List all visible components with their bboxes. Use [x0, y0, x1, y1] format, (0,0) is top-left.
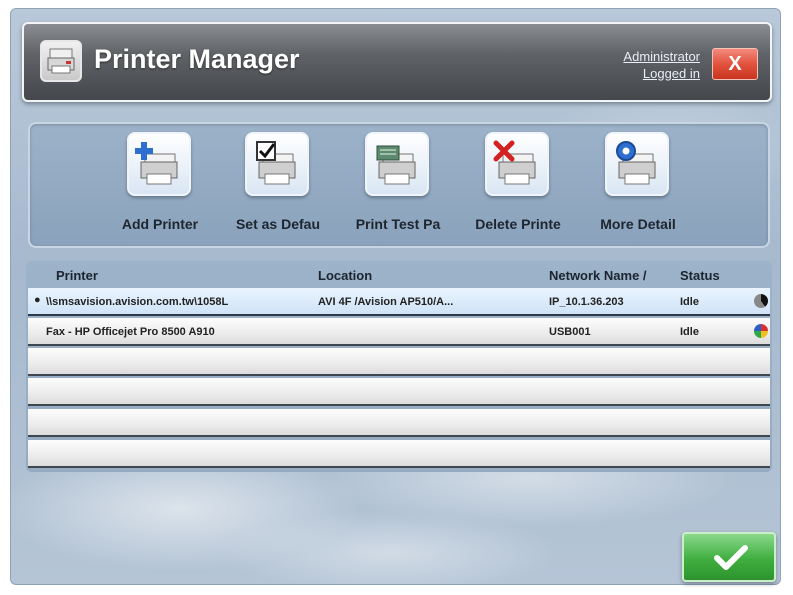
- table-row[interactable]: ● \\smsavision.avision.com.tw\1058L AVI …: [28, 288, 770, 316]
- toolbar: Add Printer Set as Defau Print Test Pa D…: [28, 122, 770, 248]
- cell-network-name: IP_10.1.36.203: [549, 296, 624, 308]
- login-status-link[interactable]: Logged in: [623, 65, 700, 82]
- cell-printer: Fax - HP Officejet Pro 8500 A910: [46, 326, 215, 338]
- printer-app-icon: [40, 40, 82, 82]
- table-row[interactable]: [28, 378, 770, 406]
- column-header-location[interactable]: Location: [318, 268, 372, 283]
- selected-indicator: ●: [34, 294, 41, 306]
- print-test-page-icon[interactable]: [365, 132, 429, 196]
- cell-status: Idle: [680, 326, 699, 338]
- table-row[interactable]: [28, 440, 770, 468]
- close-button[interactable]: X: [712, 48, 758, 80]
- table-row[interactable]: [28, 409, 770, 437]
- printer-table: Printer Location Network Name / Status ●…: [26, 261, 772, 472]
- add-printer-label: Add Printer: [121, 216, 199, 232]
- print-test-page-button[interactable]: Print Test Pa: [338, 132, 458, 242]
- cell-printer: \\smsavision.avision.com.tw\1058L: [46, 296, 229, 308]
- column-header-network-name[interactable]: Network Name /: [549, 268, 647, 283]
- monochrome-printer-icon: [754, 294, 768, 308]
- color-printer-icon: [754, 324, 768, 338]
- more-detail-label: More Detail: [600, 216, 676, 232]
- column-header-printer[interactable]: Printer: [56, 268, 98, 283]
- ok-button[interactable]: [682, 532, 776, 582]
- user-role-link[interactable]: Administrator: [623, 48, 700, 65]
- delete-printer-button[interactable]: Delete Printe: [458, 132, 578, 242]
- cell-status: Idle: [680, 296, 699, 308]
- add-printer-button[interactable]: Add Printer: [100, 132, 220, 242]
- table-header: Printer Location Network Name / Status: [26, 261, 772, 287]
- set-default-icon[interactable]: [245, 132, 309, 196]
- cell-network-name: USB001: [549, 326, 591, 338]
- set-default-button[interactable]: Set as Defau: [218, 132, 338, 242]
- set-default-label: Set as Defau: [235, 216, 321, 232]
- printer-manager-window: Printer Manager Administrator Logged in …: [10, 8, 781, 585]
- add-printer-icon[interactable]: [127, 132, 191, 196]
- more-detail-button[interactable]: More Detail: [578, 132, 698, 242]
- checkmark-icon: [714, 545, 748, 570]
- app-title: Printer Manager: [94, 44, 300, 74]
- delete-printer-icon[interactable]: [485, 132, 549, 196]
- cell-location: AVI 4F /Avision AP510/A...: [318, 296, 454, 308]
- table-row[interactable]: Fax - HP Officejet Pro 8500 A910 USB001 …: [28, 318, 770, 346]
- delete-printer-label: Delete Printe: [475, 216, 561, 232]
- user-status[interactable]: Administrator Logged in: [623, 48, 700, 82]
- more-detail-icon[interactable]: [605, 132, 669, 196]
- title-bar: Printer Manager Administrator Logged in …: [22, 22, 772, 102]
- column-header-status[interactable]: Status: [680, 268, 720, 283]
- print-test-page-label: Print Test Pa: [355, 216, 441, 232]
- table-row[interactable]: [28, 348, 770, 376]
